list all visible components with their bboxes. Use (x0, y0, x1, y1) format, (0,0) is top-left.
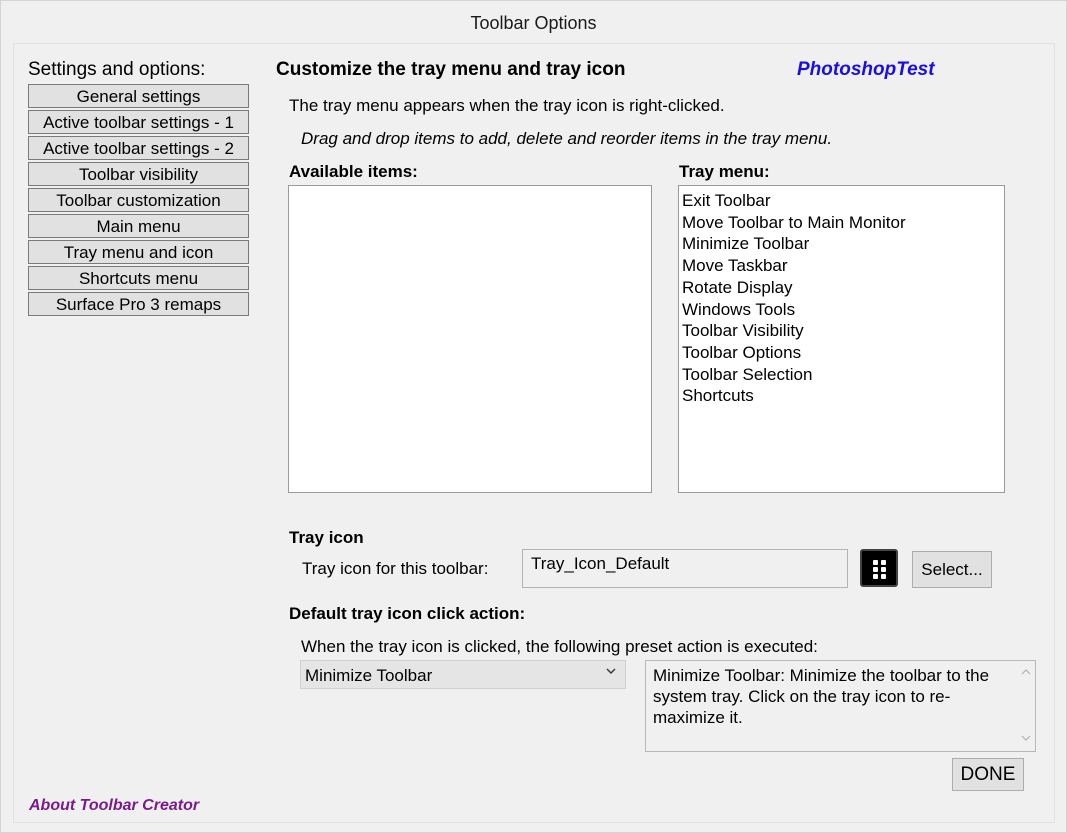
click-action-section-label: Default tray icon click action: (289, 604, 526, 623)
grid-icon (860, 549, 898, 587)
available-items-container (289, 186, 651, 190)
click-action-description: When the tray icon is clicked, the follo… (301, 637, 818, 656)
click-action-selected-value: Minimize Toolbar (305, 666, 433, 685)
chevron-down-icon (605, 665, 617, 680)
list-item[interactable]: Minimize Toolbar (682, 233, 1004, 255)
list-item[interactable]: Windows Tools (682, 299, 1004, 321)
tray-icon-section-label: Tray icon (289, 528, 364, 547)
sidebar-item-tray-menu-and-icon[interactable]: Tray menu and icon (28, 240, 249, 264)
sidebar-item-general-settings[interactable]: General settings (28, 84, 249, 108)
tray-menu-description: The tray menu appears when the tray icon… (289, 96, 725, 115)
click-action-help-text: Minimize Toolbar: Minimize the toolbar t… (653, 666, 990, 727)
sidebar-item-active-toolbar-settings-2[interactable]: Active toolbar settings - 2 (28, 136, 249, 160)
list-item[interactable]: Exit Toolbar (682, 190, 1004, 212)
list-item[interactable]: Toolbar Options (682, 342, 1004, 364)
tray-menu-list[interactable]: Exit Toolbar Move Toolbar to Main Monito… (678, 185, 1005, 493)
tray-icon-field-label: Tray icon for this toolbar: (302, 559, 489, 578)
sidebar-item-shortcuts-menu[interactable]: Shortcuts menu (28, 266, 249, 290)
window-title: Toolbar Options (1, 1, 1066, 43)
click-action-help-text-box[interactable]: Minimize Toolbar: Minimize the toolbar t… (645, 660, 1036, 752)
list-item[interactable]: Toolbar Visibility (682, 320, 1004, 342)
scroll-up-icon[interactable] (1017, 667, 1035, 679)
sidebar-item-main-menu[interactable]: Main menu (28, 214, 249, 238)
list-item[interactable]: Toolbar Selection (682, 364, 1004, 386)
brand-label: PhotoshopTest (797, 59, 935, 80)
scroll-down-icon[interactable] (1017, 733, 1035, 745)
available-items-list[interactable] (288, 185, 652, 493)
toolbar-options-window: Toolbar Options Settings and options: Ge… (0, 0, 1067, 833)
sidebar-heading: Settings and options: (28, 59, 206, 80)
about-link[interactable]: About Toolbar Creator (29, 797, 199, 815)
sidebar-nav: General settings Active toolbar settings… (28, 84, 249, 318)
list-item[interactable]: Shortcuts (682, 385, 1004, 407)
sidebar-item-toolbar-customization[interactable]: Toolbar customization (28, 188, 249, 212)
tray-menu-label: Tray menu: (679, 162, 770, 181)
drag-drop-instruction: Drag and drop items to add, delete and r… (301, 129, 833, 148)
list-item[interactable]: Move Taskbar (682, 255, 1004, 277)
list-item[interactable]: Rotate Display (682, 277, 1004, 299)
tray-icon-field[interactable]: Tray_Icon_Default (522, 549, 848, 588)
list-item[interactable]: Move Toolbar to Main Monitor (682, 212, 1004, 234)
select-icon-button[interactable]: Select... (912, 551, 992, 588)
sidebar-item-surface-pro-3-remaps[interactable]: Surface Pro 3 remaps (28, 292, 249, 316)
page-title: Customize the tray menu and tray icon (276, 59, 626, 80)
available-items-label: Available items: (289, 162, 418, 181)
sidebar-item-active-toolbar-settings-1[interactable]: Active toolbar settings - 1 (28, 110, 249, 134)
done-button[interactable]: DONE (952, 758, 1024, 791)
sidebar-item-toolbar-visibility[interactable]: Toolbar visibility (28, 162, 249, 186)
help-text-scrollbar[interactable] (1017, 661, 1035, 751)
click-action-dropdown[interactable]: Minimize Toolbar (300, 660, 626, 689)
